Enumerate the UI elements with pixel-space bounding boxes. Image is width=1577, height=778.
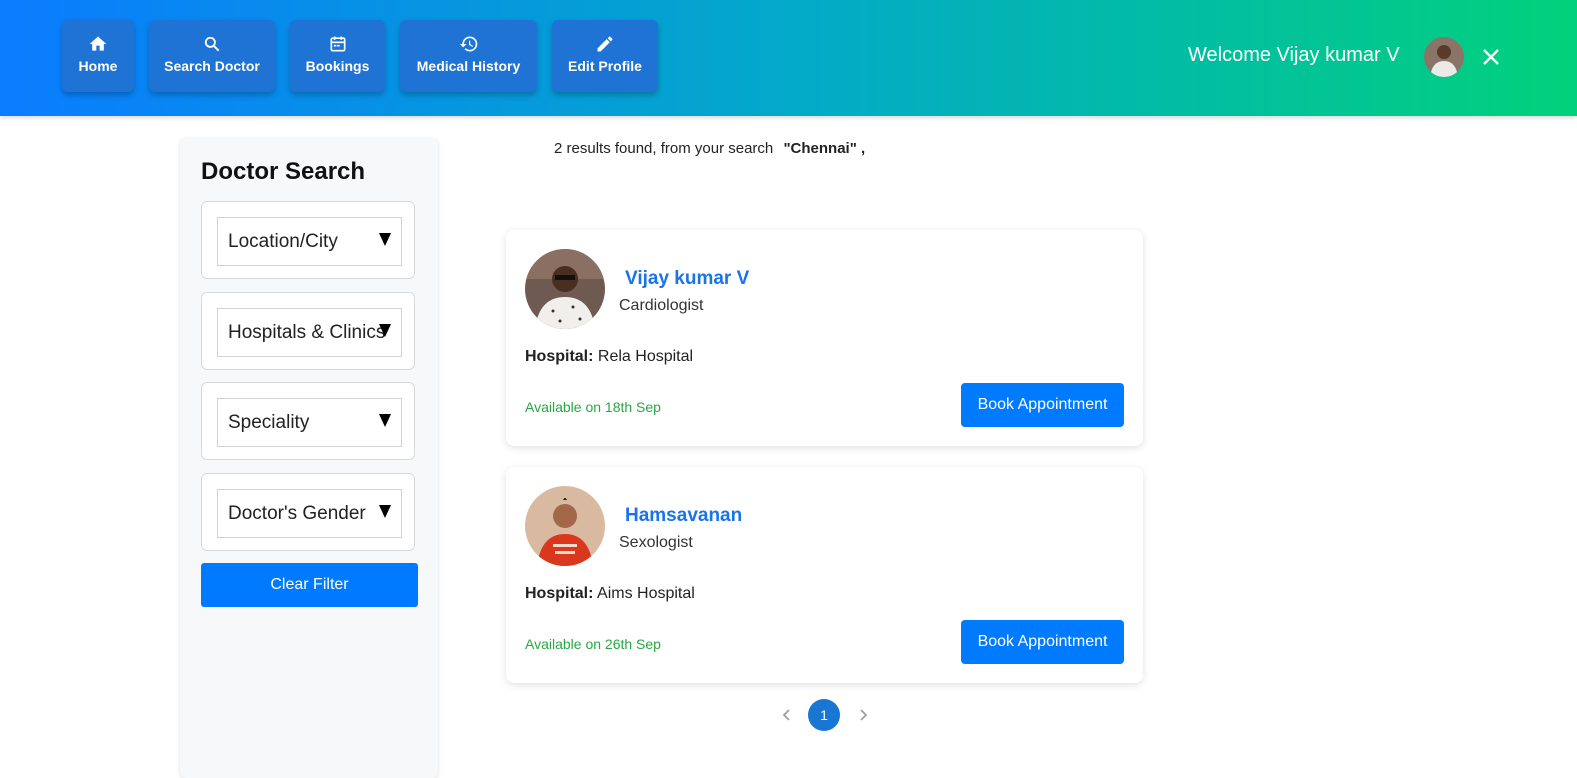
nav-bookings-button[interactable]: Bookings (290, 20, 385, 92)
page-number-button[interactable]: 1 (808, 699, 840, 731)
nav-edit-profile-label: Edit Profile (568, 58, 642, 74)
location-select-label: Location/City (228, 231, 338, 252)
doctor-name-link[interactable]: Hamsavanan (625, 505, 742, 527)
pencil-icon (597, 36, 613, 52)
calendar-icon (330, 36, 345, 52)
location-select[interactable]: Location/City (217, 217, 402, 266)
welcome-text: Welcome Vijay kumar V (1188, 44, 1400, 66)
nav-edit-profile-button[interactable]: Edit Profile (552, 20, 658, 92)
doctor-card: Hamsavanan Sexologist Hospital: Aims Hos… (506, 467, 1143, 683)
nav-medical-history-button[interactable]: Medical History (400, 20, 537, 92)
dropdown-arrow-icon (379, 233, 391, 246)
book-appointment-button[interactable]: Book Appointment (961, 620, 1124, 664)
nav-search-doctor-label: Search Doctor (164, 58, 260, 74)
history-icon (459, 36, 477, 52)
previous-page-icon[interactable] (780, 707, 794, 723)
doctor-name-link[interactable]: Vijay kumar V (625, 268, 749, 290)
next-page-icon[interactable] (856, 707, 870, 723)
doctor-avatar (525, 249, 605, 329)
nav-medical-history-label: Medical History (416, 58, 521, 74)
close-icon[interactable] (1481, 47, 1501, 67)
results-query: "Chennai" , (783, 140, 866, 157)
top-navbar: Home Search Doctor Bookings Medical Hist… (0, 0, 1577, 116)
nav-home-label: Home (78, 58, 118, 74)
search-sidebar: Doctor Search Location/City Hospitals & … (180, 138, 438, 778)
speciality-select[interactable]: Speciality (217, 398, 402, 447)
nav-search-doctor-button[interactable]: Search Doctor (149, 20, 275, 92)
filter-speciality-box: Speciality (201, 382, 415, 460)
doctor-speciality: Cardiologist (619, 297, 704, 314)
doctor-photo (525, 486, 605, 566)
nav-home-button[interactable]: Home (62, 20, 134, 92)
sidebar-title: Doctor Search (201, 158, 366, 185)
doctor-hospital: Hospital: Rela Hospital (525, 348, 693, 366)
results-count-text: 2 results found, from your search (554, 140, 774, 157)
hospital-label: Hospital: (525, 585, 594, 602)
doctor-card: Vijay kumar V Cardiologist Hospital: Rel… (506, 230, 1143, 446)
user-avatar[interactable] (1424, 37, 1464, 77)
filter-location-box: Location/City (201, 201, 415, 279)
availability-text: Available on 26th Sep (525, 636, 661, 652)
hospitals-select-label: Hospitals & Clinics (228, 322, 386, 343)
availability-text: Available on 18th Sep (525, 399, 661, 415)
results-summary: 2 results found, from your search "Chenn… (554, 140, 865, 157)
doctor-photo (525, 249, 605, 329)
search-icon (204, 36, 220, 52)
nav-bookings-label: Bookings (305, 58, 370, 74)
dropdown-arrow-icon (379, 324, 391, 337)
doctor-speciality: Sexologist (619, 534, 693, 551)
speciality-select-label: Speciality (228, 412, 310, 433)
gender-select-label: Doctor's Gender (228, 503, 366, 524)
filter-hospitals-box: Hospitals & Clinics (201, 292, 415, 370)
filter-gender-box: Doctor's Gender (201, 473, 415, 551)
hospitals-select[interactable]: Hospitals & Clinics (217, 308, 402, 357)
user-avatar-image (1424, 37, 1464, 77)
hospital-value: Rela Hospital (597, 348, 694, 365)
dropdown-arrow-icon (379, 505, 391, 518)
hospital-label: Hospital: (525, 348, 594, 365)
hospital-value: Aims Hospital (597, 585, 695, 602)
dropdown-arrow-icon (379, 414, 391, 427)
gender-select[interactable]: Doctor's Gender (217, 489, 402, 538)
home-icon (89, 36, 107, 51)
book-appointment-button[interactable]: Book Appointment (961, 383, 1124, 427)
doctor-avatar (525, 486, 605, 566)
doctor-hospital: Hospital: Aims Hospital (525, 585, 695, 603)
clear-filter-button[interactable]: Clear Filter (201, 563, 418, 607)
